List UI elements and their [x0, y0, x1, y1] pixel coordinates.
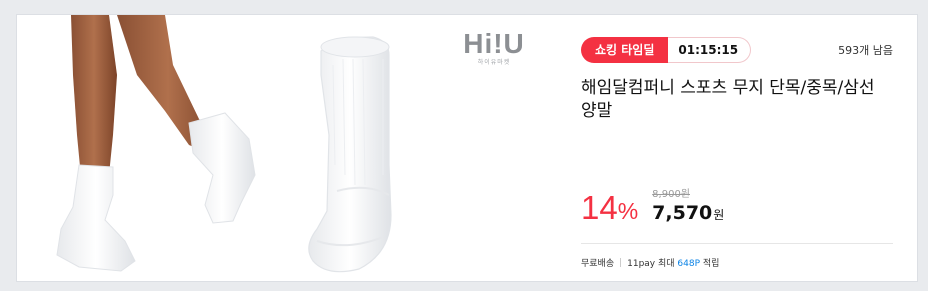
sale-price: 7,570원: [652, 201, 724, 227]
product-image[interactable]: Hi!U 하이유마켓: [17, 15, 565, 281]
sale-price-unit: 원: [713, 208, 725, 222]
pay-point-text: 11pay 최대 648P 적립: [627, 256, 719, 269]
pay-suffix: 적립: [700, 259, 720, 269]
brand-logo: Hi!U 하이유마켓: [461, 29, 527, 67]
price-block: 8,900원 7,570원: [652, 189, 724, 227]
timedeal-badges: 쇼킹 타임딜 01:15:15: [581, 37, 752, 63]
product-card[interactable]: Hi!U 하이유마켓 쇼킹 타임딜 01:15:15 593개 남음 해임달컴퍼…: [16, 14, 918, 282]
brand-logo-subtext: 하이유마켓: [477, 59, 511, 66]
original-price: 8,900원: [652, 189, 690, 200]
free-shipping-label: 무료배송: [581, 259, 615, 269]
countdown-timer: 01:15:15: [668, 37, 752, 63]
discount-rate: 14%: [581, 190, 638, 229]
benefit-footer: 무료배송 11pay 최대 648P 적립: [581, 256, 719, 269]
footer-separator: [620, 258, 622, 267]
pay-prefix: 11pay 최대: [627, 259, 678, 269]
divider: [581, 243, 893, 244]
timedeal-badge: 쇼킹 타임딜: [581, 37, 669, 63]
price-row: 14% 8,900원 7,570원: [581, 189, 724, 229]
remaining-stock: 593개 남음: [838, 44, 893, 57]
product-info: 쇼킹 타임딜 01:15:15 593개 남음 해임달컴퍼니 스포츠 무지 단목…: [581, 15, 893, 281]
product-title[interactable]: 해임달컴퍼니 스포츠 무지 단목/중목/삼선 양말: [581, 77, 893, 123]
discount-symbol: %: [617, 198, 639, 224]
discount-number: 14: [581, 189, 618, 226]
pay-point-value: 648P: [677, 259, 701, 269]
brand-logo-text: Hi!U: [463, 28, 525, 59]
sale-price-amount: 7,570: [652, 202, 713, 224]
